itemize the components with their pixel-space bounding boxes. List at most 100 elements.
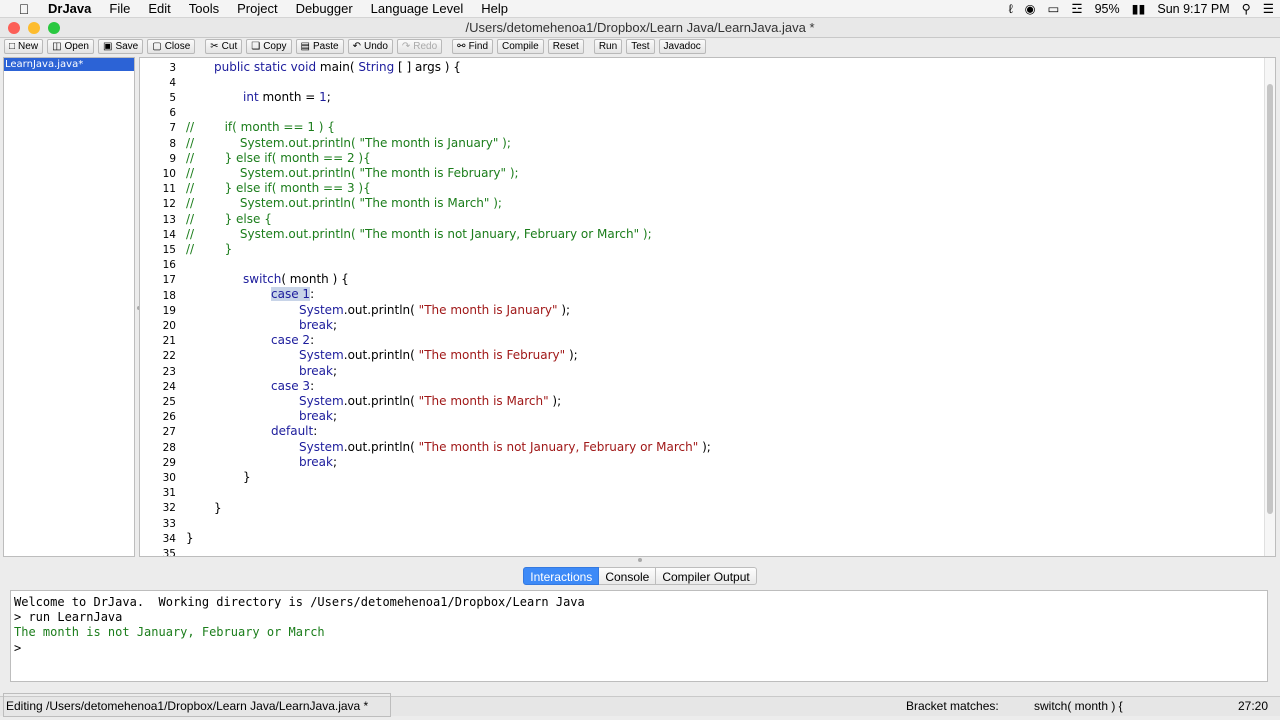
code-token: ; <box>332 318 338 332</box>
save-button[interactable]: ▣ Save <box>97 39 144 54</box>
apple-menu-icon[interactable]:  <box>0 0 48 18</box>
wifi-icon[interactable]: ☲ <box>1065 0 1088 18</box>
status-bracket-label: Bracket matches: <box>906 699 999 713</box>
code-token: ); <box>557 303 571 317</box>
code-line-21: case 2: <box>271 333 314 347</box>
test-button[interactable]: Test <box>626 39 655 54</box>
menu-edit[interactable]: Edit <box>139 0 179 18</box>
code-line-5: int month = 1; <box>243 90 331 104</box>
reset-button[interactable]: Reset <box>547 39 584 54</box>
line-number: 18 <box>162 290 176 302</box>
new-button[interactable]: □ New <box>4 39 44 54</box>
code-token-selected: case <box>271 287 299 301</box>
clock[interactable]: Sun 9:17 PM <box>1151 0 1235 18</box>
find-button[interactable]: ⚯ Find <box>452 39 494 54</box>
code-line-17: switch( month ) { <box>243 272 349 286</box>
copy-icon: ❏ <box>251 41 261 52</box>
code-token: System <box>299 394 344 408</box>
window-title-bar: /Users/detomehenoa1/Dropbox/Learn Java/L… <box>0 18 1280 38</box>
airplay-icon[interactable]: ▭ <box>1042 0 1066 18</box>
menu-project[interactable]: Project <box>228 0 286 18</box>
undo-button-label: Undo <box>363 41 388 52</box>
code-line-7: // if( month == 1 ) { <box>186 120 335 134</box>
code-token: : <box>310 287 315 301</box>
menu-help[interactable]: Help <box>472 0 517 18</box>
code-token: ); <box>698 440 711 454</box>
code-token: .out.println( <box>343 303 419 317</box>
line-number: 12 <box>162 198 176 210</box>
code-token: System <box>299 303 344 317</box>
line-number: 20 <box>162 320 176 332</box>
code-line-14: // System.out.println( "The month is not… <box>186 227 652 241</box>
paste-button[interactable]: ▤ Paste <box>295 39 344 54</box>
code-token: ); <box>548 394 562 408</box>
script-icon[interactable]: ℓ <box>1003 0 1019 18</box>
line-number: 34 <box>162 533 176 545</box>
interactions-prompt[interactable]: > <box>14 641 21 655</box>
menu-language-level[interactable]: Language Level <box>362 0 473 18</box>
code-token: .out.println( <box>343 394 419 408</box>
close-button[interactable]: ▢ Close <box>147 39 196 54</box>
clipboard-icon: ▤ <box>300 41 310 52</box>
line-number: 28 <box>162 442 176 454</box>
redo-button[interactable]: ↷ Redo <box>396 39 443 54</box>
scrollbar-thumb[interactable] <box>1267 84 1273 514</box>
code-token: 1 <box>319 90 327 104</box>
menu-file[interactable]: File <box>100 0 139 18</box>
copy-button[interactable]: ❏ Copy <box>246 39 292 54</box>
horizontal-split-handle[interactable] <box>638 558 642 562</box>
code-token: : <box>310 379 315 393</box>
battery-icon[interactable]: ▮▮ <box>1126 0 1152 18</box>
run-button[interactable]: Run <box>593 39 623 54</box>
undo-button[interactable]: ↶ Undo <box>347 39 393 54</box>
status-editing-path: Editing /Users/detomehenoa1/Dropbox/Lear… <box>6 699 369 713</box>
editor-vertical-scrollbar[interactable] <box>1264 58 1275 556</box>
line-number: 10 <box>162 168 176 180</box>
code-token: System <box>299 440 344 454</box>
line-number: 5 <box>169 92 176 104</box>
code-token: default <box>271 424 314 438</box>
paste-button-label: Paste <box>313 41 339 52</box>
cut-button[interactable]: ✂ Cut <box>205 39 243 54</box>
open-button[interactable]: ◫ Open <box>47 39 94 54</box>
line-number: 24 <box>162 381 176 393</box>
new-button-label: New <box>18 41 39 52</box>
code-line-25: System.out.println( "The month is March"… <box>299 394 561 408</box>
menu-tools[interactable]: Tools <box>180 0 228 18</box>
menu-app-name[interactable]: DrJava <box>48 0 100 18</box>
line-number: 29 <box>162 457 176 469</box>
line-number: 19 <box>162 305 176 317</box>
code-line-34: } <box>186 531 194 545</box>
battery-percent[interactable]: 95% <box>1089 0 1126 18</box>
tab-compiler-output[interactable]: Compiler Output <box>656 567 757 585</box>
cut-button-label: Cut <box>221 41 238 52</box>
tab-interactions[interactable]: Interactions <box>523 567 600 585</box>
file-item-learnjava[interactable]: LearnJava.java* <box>4 58 134 71</box>
code-line-29: break; <box>299 455 337 469</box>
open-button-label: Open <box>64 41 89 52</box>
javadoc-button[interactable]: Javadoc <box>658 39 706 54</box>
code-editor[interactable]: 3 4 5 6 7 8 9 10 11 12 13 14 15 16 17 18… <box>139 57 1276 557</box>
menu-debugger[interactable]: Debugger <box>287 0 362 18</box>
compile-button[interactable]: Compile <box>497 39 544 54</box>
status-cursor-position: 27:20 <box>1237 699 1268 713</box>
status-bar: Editing /Users/detomehenoa1/Dropbox/Lear… <box>0 696 1280 716</box>
line-number: 26 <box>162 411 176 423</box>
line-number: 15 <box>162 244 176 256</box>
tab-console[interactable]: Console <box>599 567 657 585</box>
code-line-26: break; <box>299 409 337 423</box>
line-number: 7 <box>169 122 176 134</box>
spotlight-search-icon[interactable]: ⚲ <box>1236 0 1257 18</box>
code-token: ; <box>332 455 338 469</box>
code-token: "The month is not January, February or M… <box>418 440 699 454</box>
bottom-pane-tabs: Interactions Console Compiler Output <box>0 567 1280 587</box>
interactions-pane[interactable]: Welcome to DrJava. Working directory is … <box>10 590 1268 682</box>
code-line-23: break; <box>299 364 337 378</box>
code-token: .out.println( <box>343 440 419 454</box>
line-number: 4 <box>169 77 176 89</box>
notification-center-icon[interactable]: ☰ <box>1257 0 1280 18</box>
screen-record-icon[interactable]: ◉ <box>1019 0 1042 18</box>
code-line-32: } <box>214 501 222 515</box>
code-line-11: // } else if( month == 3 ){ <box>186 181 371 195</box>
code-token: break <box>299 318 333 332</box>
